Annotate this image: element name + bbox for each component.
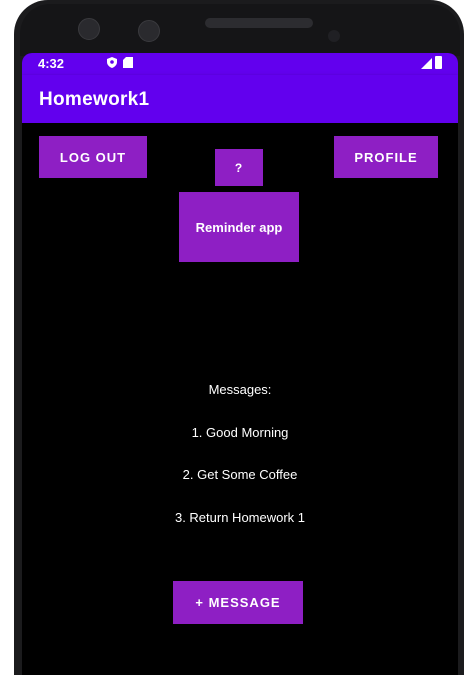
app-bar: Homework1 <box>22 75 458 123</box>
battery-icon <box>435 56 442 69</box>
help-button[interactable]: ? <box>215 149 263 186</box>
app-screen: 4:32 Homework1 LOG OUT ? PROFILE Reminde… <box>22 53 458 675</box>
message-item: 1. Good Morning <box>191 425 289 440</box>
front-camera-icon <box>78 18 100 40</box>
sensor-icon <box>138 20 160 42</box>
device-mockup: 4:32 Homework1 LOG OUT ? PROFILE Reminde… <box>0 0 473 675</box>
profile-button[interactable]: PROFILE <box>334 136 438 178</box>
message-item: 3. Return Homework 1 <box>174 510 306 525</box>
status-bar: 4:32 <box>22 53 458 75</box>
earpiece-speaker <box>205 18 313 28</box>
status-time: 4:32 <box>38 56 65 71</box>
logout-button[interactable]: LOG OUT <box>39 136 147 178</box>
app-title: Homework1 <box>39 89 150 110</box>
signal-icon <box>421 58 432 69</box>
messages-heading: Messages: <box>208 382 272 397</box>
message-item: 2. Get Some Coffee <box>182 467 298 482</box>
phone-top-bezel <box>20 4 460 56</box>
shield-icon <box>107 57 117 68</box>
sd-card-icon <box>123 57 133 68</box>
add-message-button[interactable]: + MESSAGE <box>173 581 303 624</box>
proximity-sensor-icon <box>328 30 340 42</box>
reminder-app-button[interactable]: Reminder app <box>179 192 299 262</box>
